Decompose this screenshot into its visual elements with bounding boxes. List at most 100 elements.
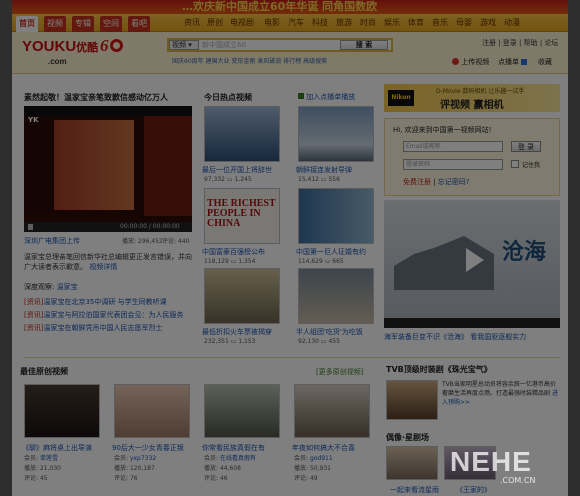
- quick-search-links[interactable]: 国庆60周年 建国大业 变形金刚 乘风破浪 排行榜 高级搜索: [172, 56, 327, 65]
- original-video-title[interactable]: 90后大一少女青春正叛: [112, 443, 202, 453]
- original-video-thumb[interactable]: [204, 384, 280, 438]
- original-video-title[interactable]: 你常看民族真假在有: [202, 443, 292, 453]
- login-links: 免费注册 | 忘记密码?: [403, 178, 470, 186]
- channel-auto[interactable]: 汽车: [288, 17, 304, 28]
- feature-uploader[interactable]: 深圳广电集团上传: [24, 236, 80, 246]
- hot-video-title[interactable]: 最后一位开国上将辞世: [202, 165, 286, 175]
- top-banner[interactable]: …欢庆新中国成立60年华诞 同角国数欧: [12, 0, 568, 14]
- hot-video-title[interactable]: 半人组团'吃货'为吃饭: [296, 327, 380, 337]
- page: …欢庆新中国成立60年华诞 同角国数欧 首页 视频 专辑 空间 看吧 资讯 原创…: [12, 0, 568, 496]
- tvb-description: TVB当家明星总动员将容余辰一亿港币高价奢靡生活再度点燃。打造最强时装精品剧 进…: [442, 381, 558, 406]
- hot-videos-title: 今日热点视频: [204, 93, 252, 102]
- promo-title-art: 沧海: [502, 239, 547, 265]
- tvb-thumb[interactable]: [386, 380, 438, 420]
- channel-anime[interactable]: 动漫: [504, 17, 520, 28]
- nehe-watermark-sub: .COM.CN: [500, 476, 536, 485]
- nav-tab-home[interactable]: 首页: [16, 16, 38, 32]
- channel-sports[interactable]: 体育: [408, 17, 424, 28]
- youku-logo[interactable]: YOUKU优酷 .com: [22, 38, 98, 72]
- playlist-link[interactable]: 点播单: [498, 57, 528, 67]
- anniversary-60-logo: 6: [100, 36, 123, 56]
- original-video-plays: 播放: 21,030: [24, 465, 61, 472]
- idol-video-title[interactable]: 一起来看流星雨: [390, 485, 439, 495]
- hot-video-thumb[interactable]: [204, 268, 280, 324]
- hot-video-title[interactable]: 最低折扣火车票被揭穿: [202, 327, 286, 337]
- search-button[interactable]: 搜 索: [340, 40, 388, 50]
- channel-news[interactable]: 资讯: [184, 17, 200, 28]
- channel-games[interactable]: 游戏: [480, 17, 496, 28]
- header: YOUKU优酷 .com 6 视频 ▾ 新中国成立60 搜 索 国庆60周年 建国…: [12, 32, 568, 74]
- feature-details-link[interactable]: 视频详情: [89, 263, 117, 271]
- hot-video-stats: 232,351 ▭ 1,153: [204, 338, 256, 345]
- play-icon[interactable]: [28, 224, 33, 230]
- original-video-title[interactable]: 年夜如何搞大不合喜: [292, 443, 382, 453]
- hot-video-title[interactable]: 中国第一巨人征婚有约: [296, 247, 380, 257]
- original-video-member: 会员: 单莲雪: [24, 455, 58, 462]
- hot-video-title[interactable]: 中国富豪百强榜公布: [202, 247, 286, 257]
- account-links[interactable]: 注册 | 登录 | 帮助 | 论坛: [482, 38, 558, 48]
- original-video-comments: 评论: 45: [24, 475, 48, 482]
- promo-video-player[interactable]: 沧海: [384, 200, 560, 328]
- nikon-ad-banner[interactable]: Nikon D-Movie 数码相机 让乐趣一试手 评视频 赢相机: [384, 84, 560, 112]
- player-time: 00:00:00 / 00:00:00: [120, 223, 180, 230]
- channel-baby[interactable]: 母婴: [456, 17, 472, 28]
- main-nav: 首页 视频 专辑 空间 看吧 资讯 原创 电视剧 电影 汽车 科技 旅游 时尚 …: [12, 14, 568, 32]
- original-video-member: 会员: 在线看真假有: [204, 455, 256, 462]
- nav-tab-video[interactable]: 视频: [44, 16, 66, 32]
- login-panel: Hi, 欢迎来到中国第一视频网站! Email或昵称 登 录 登录密码 记住我 …: [384, 118, 560, 196]
- search-input[interactable]: 新中国成立60: [202, 40, 332, 50]
- idol-theater-title: 偶像·星剧场: [386, 433, 430, 442]
- nav-tab-space[interactable]: 空间: [100, 16, 122, 32]
- hot-video-thumb[interactable]: [298, 188, 374, 244]
- nav-tab-bar[interactable]: 看吧: [128, 16, 150, 32]
- idol-video-title[interactable]: 《王家的》: [456, 485, 491, 495]
- nav-tab-album[interactable]: 专辑: [72, 16, 94, 32]
- original-video-title[interactable]: 《聊》麻将桌上出导演: [22, 443, 112, 453]
- original-video-thumb[interactable]: [114, 384, 190, 438]
- search-type-select[interactable]: 视频 ▾: [169, 40, 199, 50]
- hot-video-thumb[interactable]: [298, 106, 374, 162]
- original-video-plays: 播放: 120,187: [114, 465, 155, 472]
- hot-video-thumb[interactable]: THE RICHEST PEOPLE IN CHINA: [204, 188, 280, 244]
- remember-checkbox[interactable]: [511, 160, 519, 168]
- channel-fashion[interactable]: 时尚: [360, 17, 376, 28]
- tvb-title[interactable]: TVB顶级时装剧《珠光宝气》: [386, 364, 492, 375]
- channel-tech[interactable]: 科技: [312, 17, 328, 28]
- forgot-password-link[interactable]: 忘记密码?: [438, 178, 470, 186]
- news-item[interactable]: [资讯]温家宝在朝鲜凭吊中国人民志愿军烈士: [24, 323, 162, 333]
- upload-link[interactable]: 上传视频: [452, 57, 489, 67]
- channel-music[interactable]: 音乐: [432, 17, 448, 28]
- news-item[interactable]: [资讯]温家宝在北京35中调研 与学生同教听课: [24, 297, 167, 307]
- promo-caption[interactable]: 海军装备巨变不识《沧海》 看我国驱逐舰实力: [384, 332, 560, 342]
- more-original-link[interactable]: [更多原创视频]: [316, 367, 363, 377]
- original-video-member: 会员: god911: [294, 455, 333, 462]
- original-video-comments: 评论: 49: [294, 475, 318, 482]
- favorite-link[interactable]: 收藏: [538, 57, 552, 67]
- channel-movie[interactable]: 电影: [264, 17, 280, 28]
- add-to-playlist-link[interactable]: 加入点播单播放: [298, 92, 355, 102]
- original-videos-title: 最佳原创视频: [20, 367, 68, 376]
- feature-title[interactable]: 素然起敬！温家宝亲笔致歉信感动亿万人: [24, 92, 168, 103]
- feature-plays: 播放: 296,452: [122, 238, 163, 245]
- password-field[interactable]: 登录密码: [403, 159, 503, 170]
- login-button[interactable]: 登 录: [511, 141, 541, 152]
- channel-travel[interactable]: 旅游: [336, 17, 352, 28]
- channel-ent[interactable]: 娱乐: [384, 17, 400, 28]
- email-field[interactable]: Email或昵称: [403, 141, 503, 152]
- channel-tv[interactable]: 电视剧: [230, 17, 254, 28]
- idol-video-thumb[interactable]: [386, 446, 438, 480]
- play-icon[interactable]: [466, 248, 484, 272]
- channel-original[interactable]: 原创: [207, 17, 223, 28]
- nikon-logo: Nikon: [388, 90, 414, 106]
- hot-video-stats: 92,130 ▭ 455: [298, 338, 340, 345]
- hot-video-thumb[interactable]: [298, 268, 374, 324]
- original-video-thumb[interactable]: [294, 384, 370, 438]
- news-item[interactable]: [资讯]温家宝与阿拉伯国家代表团会见：为人民服务: [24, 310, 183, 320]
- original-video-plays: 播放: 50,931: [294, 465, 331, 472]
- register-link[interactable]: 免费注册: [403, 178, 431, 186]
- hot-video-thumb[interactable]: [204, 106, 280, 162]
- original-video-thumb[interactable]: [24, 384, 100, 438]
- hot-video-title[interactable]: 朝鲜接连发射导弹: [296, 165, 380, 175]
- feature-video-player[interactable]: YK 00:00:00 / 00:00:00: [24, 106, 192, 232]
- tag-link[interactable]: 温家宝: [57, 283, 78, 291]
